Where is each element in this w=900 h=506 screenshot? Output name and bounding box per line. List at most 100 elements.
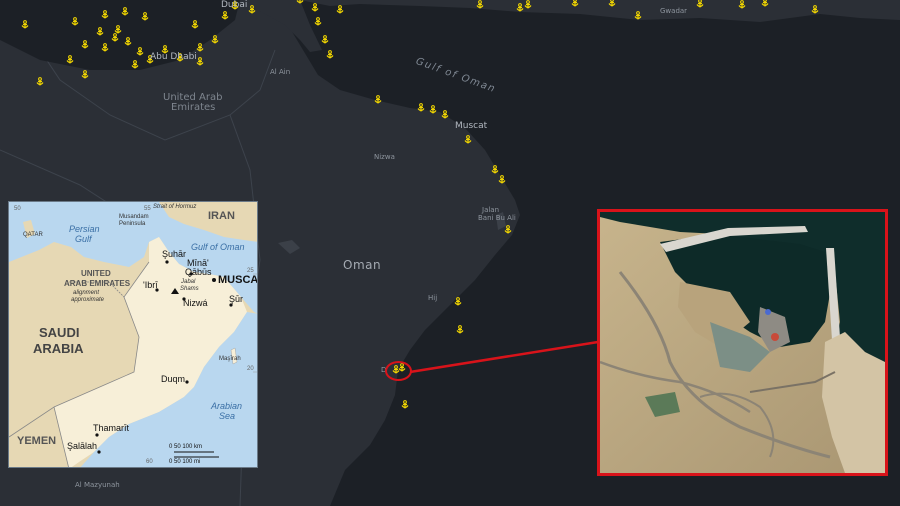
inset-label-musandam-2: Peninsula	[119, 221, 146, 227]
vessel-marker[interactable]	[516, 3, 524, 12]
vessel-marker[interactable]	[464, 135, 472, 144]
inset-label-jabal-1: Jabal	[181, 279, 196, 285]
inset-label-thamarit: Thamarīt	[93, 423, 130, 433]
vessel-marker[interactable]	[136, 47, 144, 56]
vessel-marker[interactable]	[101, 43, 109, 52]
inset-tick-lat-25: 25	[247, 268, 254, 274]
inset-label-uae-2: ARAB EMIRATES	[64, 279, 131, 288]
vessel-marker[interactable]	[571, 0, 579, 7]
inset-tick-lat-20: 20	[247, 366, 254, 372]
vessel-marker[interactable]	[321, 35, 329, 44]
vessel-marker[interactable]	[101, 10, 109, 19]
map-stage: Dubai Abu Dhabi United Arab Emirates Al …	[0, 0, 900, 506]
inset-label-sur: Şūr	[229, 294, 244, 304]
label-al-mazyunah: Al Mazyunah	[75, 481, 120, 489]
vessel-marker[interactable]	[81, 70, 89, 79]
vessel-marker[interactable]	[196, 57, 204, 66]
vessel-marker[interactable]	[491, 165, 499, 174]
vessel-marker[interactable]	[498, 175, 506, 184]
inset-label-gulf-of-oman: Gulf of Oman	[191, 242, 245, 252]
label-uae-line2: Emirates	[171, 102, 216, 113]
vessel-marker[interactable]	[417, 103, 425, 112]
vessel-marker[interactable]	[738, 0, 746, 9]
label-abu-dhabi: Abu Dhabi	[150, 52, 197, 62]
vessel-marker[interactable]	[21, 20, 29, 29]
inset-label-arabian-sea-1: Arabian	[211, 401, 243, 411]
inset-tick-lon-50: 50	[14, 206, 21, 212]
inset-tick-lon-55: 55	[144, 206, 151, 212]
vessel-marker[interactable]	[111, 33, 119, 42]
vessel-marker[interactable]	[248, 5, 256, 14]
inset-label-ibri: 'Ibrī	[143, 280, 158, 290]
inset-label-saudi-1: SAUDI	[39, 325, 80, 340]
inset-label-salalah: Şalālah	[67, 441, 98, 451]
inset-label-iran: IRAN	[208, 210, 235, 222]
inset-label-persian-gulf-2: Gulf	[75, 234, 92, 244]
inset-label-musandam-1: Musandam	[119, 214, 149, 220]
vessel-marker[interactable]	[696, 0, 704, 8]
inset-label-jabal-2: Shams	[180, 286, 199, 292]
inset-tick-lon-60: 60	[146, 459, 153, 465]
vessel-marker[interactable]	[336, 5, 344, 14]
label-dubai: Dubai	[221, 0, 248, 10]
vessel-marker[interactable]	[311, 3, 319, 12]
vessel-marker[interactable]	[524, 0, 532, 9]
vessel-marker[interactable]	[456, 325, 464, 334]
label-oman: Oman	[343, 258, 382, 272]
vessel-marker[interactable]	[429, 105, 437, 114]
label-jalan-line2: Bani Bu Ali	[478, 214, 516, 222]
inset-label-uae-1: UNITED	[81, 269, 111, 278]
vessel-marker[interactable]	[81, 40, 89, 49]
vessel-marker[interactable]	[66, 55, 74, 64]
inset-scale-km: 0 50 100 km	[169, 444, 203, 450]
vessel-marker[interactable]	[131, 60, 139, 69]
vessel-marker[interactable]	[504, 225, 512, 234]
inset-label-saudi-2: ARABIA	[33, 341, 84, 356]
duqm-port-satellite-image[interactable]	[597, 209, 888, 476]
inset-label-nizwa: Nizwá	[183, 298, 208, 308]
label-gwadar: Gwadar	[660, 7, 688, 15]
inset-label-persian-gulf-1: Persian	[69, 224, 100, 234]
vessel-marker[interactable]	[634, 11, 642, 20]
inset-label-suhar: Şuhār	[162, 249, 187, 259]
duqm-port-highlight-circle[interactable]	[385, 361, 412, 381]
vessel-marker[interactable]	[401, 400, 409, 409]
oman-reference-map[interactable]: IRAN QATAR Persian Gulf Strait of Hormuz…	[8, 201, 258, 468]
satellite-shapes	[600, 212, 885, 473]
label-al-ain: Al Ain	[270, 68, 291, 76]
vessel-marker[interactable]	[326, 50, 334, 59]
inset-label-masirah: Maşīrah	[219, 356, 241, 362]
vessel-marker[interactable]	[36, 77, 44, 86]
vessel-marker[interactable]	[761, 0, 769, 7]
vessel-marker[interactable]	[476, 0, 484, 9]
inset-label-yemen: YEMEN	[17, 435, 57, 447]
vessel-marker[interactable]	[221, 11, 229, 20]
vessel-marker[interactable]	[191, 20, 199, 29]
inset-label-duqm: Duqm	[161, 374, 186, 384]
inset-label-alignment-1: alignment	[73, 290, 100, 296]
vessel-marker[interactable]	[114, 25, 122, 34]
vessel-marker[interactable]	[71, 17, 79, 26]
vessel-marker[interactable]	[196, 43, 204, 52]
vessel-marker[interactable]	[121, 7, 129, 16]
vessel-marker[interactable]	[141, 12, 149, 21]
inset-label-strait: Strait of Hormuz	[153, 204, 197, 210]
vessel-marker[interactable]	[811, 5, 819, 14]
inset-label-arabian-sea-2: Sea	[219, 411, 236, 421]
inset-label-alignment-2: approximate	[71, 297, 105, 303]
vessel-marker[interactable]	[96, 27, 104, 36]
vessel-marker[interactable]	[608, 0, 616, 7]
inset-label-mina-2: Qābūs	[185, 267, 212, 277]
vessel-marker[interactable]	[211, 35, 219, 44]
vessel-marker[interactable]	[454, 297, 462, 306]
vessel-marker[interactable]	[374, 95, 382, 104]
label-muscat: Muscat	[455, 121, 488, 131]
inset-scale-mi: 0 50 100 mi	[169, 459, 201, 465]
vessel-marker[interactable]	[296, 0, 304, 4]
label-jalan-line1: Jalan	[482, 206, 500, 214]
inset-label-qatar: QATAR	[23, 232, 43, 238]
label-nizwa: Nizwa	[374, 153, 395, 161]
vessel-marker[interactable]	[441, 110, 449, 119]
vessel-marker[interactable]	[124, 37, 132, 46]
vessel-marker[interactable]	[314, 17, 322, 26]
